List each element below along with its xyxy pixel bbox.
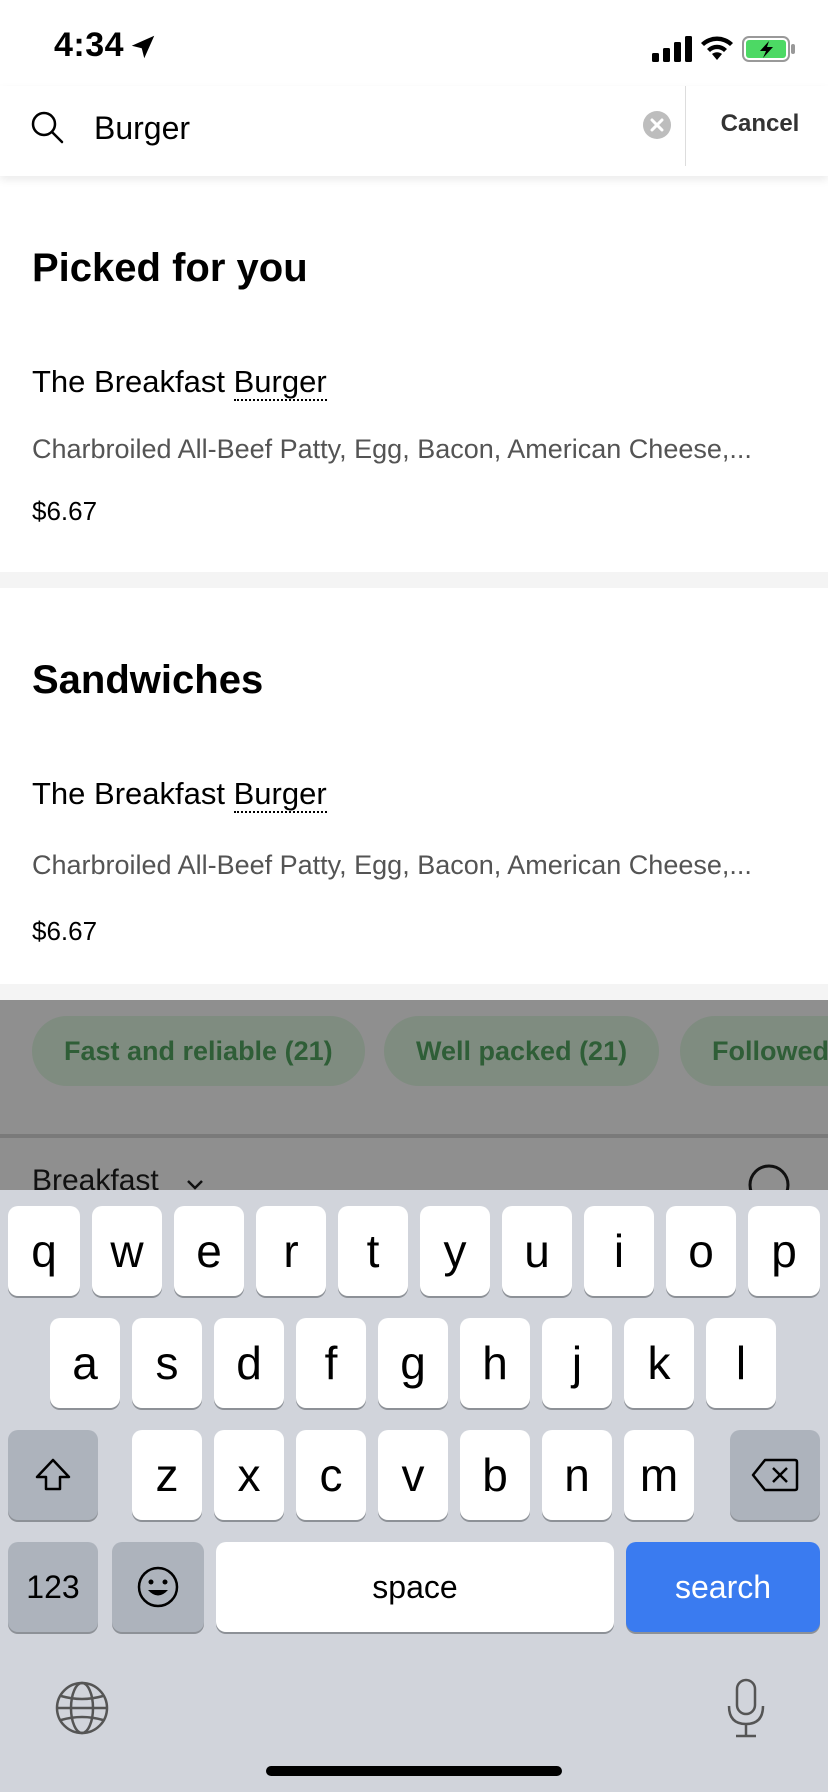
key-x[interactable]: x: [214, 1430, 284, 1520]
key-m[interactable]: m: [624, 1430, 694, 1520]
key-p[interactable]: p: [748, 1206, 820, 1296]
section-title-sandwiches: Sandwiches: [32, 658, 264, 702]
backspace-icon: [751, 1458, 799, 1492]
item-name-prefix: The Breakfast: [32, 364, 234, 399]
menu-item-name[interactable]: The Breakfast Burger: [32, 364, 327, 401]
clear-icon[interactable]: [642, 110, 672, 140]
globe-icon[interactable]: [54, 1680, 110, 1736]
emoji-key[interactable]: [112, 1542, 204, 1632]
key-r[interactable]: r: [256, 1206, 326, 1296]
key-g[interactable]: g: [378, 1318, 448, 1408]
key-s[interactable]: s: [132, 1318, 202, 1408]
key-u[interactable]: u: [502, 1206, 572, 1296]
search-icon: [31, 111, 64, 144]
key-w[interactable]: w: [92, 1206, 162, 1296]
menu-item-price: $6.67: [32, 916, 98, 946]
shift-key[interactable]: [8, 1430, 98, 1520]
header-divider: [685, 86, 686, 166]
search-key[interactable]: search: [626, 1542, 820, 1632]
space-key[interactable]: space: [216, 1542, 614, 1632]
battery-icon: [742, 36, 795, 62]
cancel-button[interactable]: Cancel: [700, 110, 820, 138]
emoji-icon: [137, 1566, 179, 1608]
keyboard: q w e r t y u i o p a s d f g h j k l z …: [0, 1190, 828, 1792]
shift-icon: [35, 1458, 71, 1491]
menu-item-price: $6.67: [32, 496, 98, 526]
key-z[interactable]: z: [132, 1430, 202, 1520]
menu-item-name[interactable]: The Breakfast Burger: [32, 776, 327, 813]
item-name-match: Burger: [233, 364, 327, 401]
key-i[interactable]: i: [584, 1206, 654, 1296]
numbers-key[interactable]: 123: [8, 1542, 98, 1632]
key-t[interactable]: t: [338, 1206, 408, 1296]
key-b[interactable]: b: [460, 1430, 530, 1520]
signal-icon: [652, 36, 692, 62]
search-input[interactable]: [94, 102, 614, 154]
key-c[interactable]: c: [296, 1430, 366, 1520]
key-h[interactable]: h: [460, 1318, 530, 1408]
key-d[interactable]: d: [214, 1318, 284, 1408]
home-indicator: [266, 1766, 562, 1776]
menu-item-description: Charbroiled All-Beef Patty, Egg, Bacon, …: [32, 434, 752, 464]
wifi-icon: [701, 36, 733, 60]
key-f[interactable]: f: [296, 1318, 366, 1408]
key-l[interactable]: l: [706, 1318, 776, 1408]
review-chip: Well packed (21): [384, 1016, 660, 1086]
review-chip: Followed: [680, 1016, 828, 1086]
menu-item-description: Charbroiled All-Beef Patty, Egg, Bacon, …: [32, 850, 752, 880]
microphone-icon[interactable]: [726, 1678, 766, 1740]
key-a[interactable]: a: [50, 1318, 120, 1408]
key-j[interactable]: j: [542, 1318, 612, 1408]
section-title-picked: Picked for you: [32, 246, 308, 290]
backspace-key[interactable]: [730, 1430, 820, 1520]
key-k[interactable]: k: [624, 1318, 694, 1408]
section-divider: [0, 984, 828, 1000]
review-chip: Fast and reliable (21): [32, 1016, 365, 1086]
item-name-match: Burger: [233, 776, 327, 813]
key-v[interactable]: v: [378, 1430, 448, 1520]
key-o[interactable]: o: [666, 1206, 736, 1296]
key-y[interactable]: y: [420, 1206, 490, 1296]
section-divider: [0, 572, 828, 588]
dimmed-divider: [0, 1134, 828, 1138]
item-name-prefix: The Breakfast: [32, 776, 234, 811]
status-time: 4:34: [54, 26, 125, 64]
key-e[interactable]: e: [174, 1206, 244, 1296]
location-arrow-icon: [131, 35, 155, 59]
key-n[interactable]: n: [542, 1430, 612, 1520]
search-header: Cancel: [0, 86, 828, 176]
key-q[interactable]: q: [8, 1206, 80, 1296]
